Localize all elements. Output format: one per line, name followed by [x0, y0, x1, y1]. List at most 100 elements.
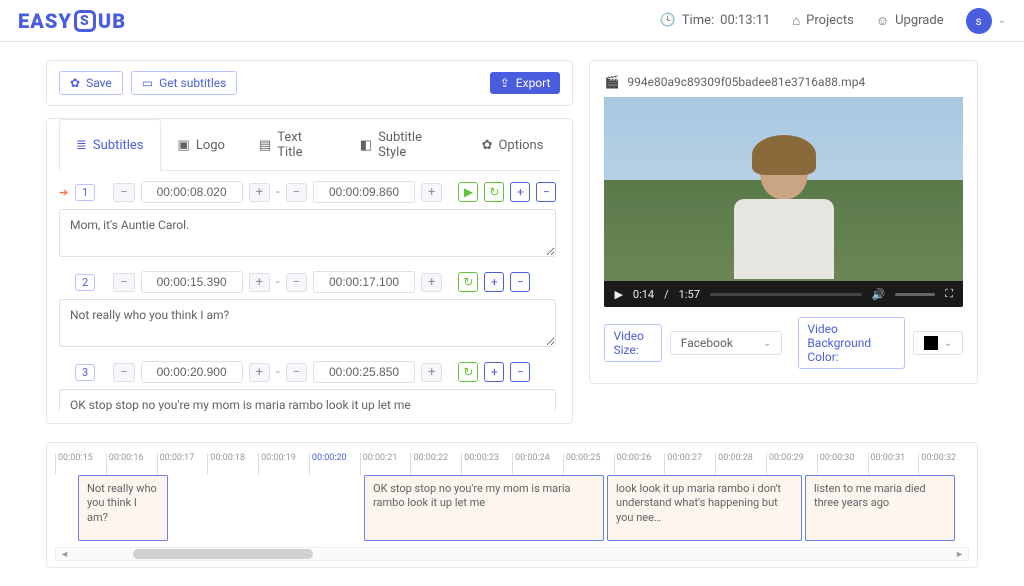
user-icon: ☺: [876, 13, 889, 29]
replay-button[interactable]: ↻: [458, 362, 478, 382]
start-increment-button[interactable]: +: [249, 273, 270, 292]
subtitle-text-input[interactable]: Not really who you think I am?: [59, 299, 556, 347]
end-increment-button[interactable]: +: [421, 183, 442, 202]
tab-subtitles[interactable]: ≣Subtitles: [59, 119, 161, 171]
app-header: EASY S UB 🕓 Time: 00:13:11 ⌂ Projects ☺ …: [0, 0, 1024, 42]
end-time-input[interactable]: [313, 271, 415, 293]
video-size-label: Video Size:: [604, 324, 661, 362]
current-indicator-icon: ➔: [59, 186, 69, 199]
subtitle-item: 2 − + - − + ↻ + − Not really who you thi…: [59, 271, 556, 351]
start-decrement-button[interactable]: −: [113, 273, 134, 292]
end-time-input[interactable]: [313, 181, 415, 203]
play-icon[interactable]: ▶: [614, 288, 622, 301]
remove-subtitle-button[interactable]: −: [536, 182, 556, 202]
video-frame: [604, 97, 963, 281]
tab-subtitle-style[interactable]: ◧Subtitle Style: [343, 119, 465, 170]
home-icon: ⌂: [792, 13, 800, 29]
tab-options[interactable]: ✿Options: [465, 119, 561, 170]
projects-link[interactable]: ⌂ Projects: [792, 13, 854, 29]
remove-subtitle-button[interactable]: −: [510, 272, 530, 292]
scroll-right-icon[interactable]: ►: [951, 549, 968, 560]
ruler-tick: 00:00:30: [817, 453, 868, 475]
replay-button[interactable]: ↻: [484, 182, 504, 202]
video-player[interactable]: ▶ 0:14 / 1:57 🔊 ⛶: [604, 97, 963, 307]
progress-bar[interactable]: [710, 293, 862, 296]
video-size-select[interactable]: Facebook ⌄: [670, 331, 783, 355]
ruler-tick: 00:00:22: [410, 453, 461, 475]
tab-text-title[interactable]: ▤Text Title: [242, 119, 343, 170]
tab-logo[interactable]: ▣Logo: [161, 119, 242, 170]
scroll-left-icon[interactable]: ◄: [56, 549, 73, 560]
replay-button[interactable]: ↻: [458, 272, 478, 292]
timeline-clip[interactable]: Not really who you think I am?: [78, 475, 168, 541]
user-menu[interactable]: s ⌄: [966, 8, 1006, 34]
caption-icon: ▭: [142, 76, 153, 90]
end-decrement-button[interactable]: −: [286, 183, 307, 202]
start-decrement-button[interactable]: −: [113, 363, 134, 382]
logo-part3: UB: [98, 9, 126, 33]
video-bg-color-select[interactable]: ⌄: [913, 331, 963, 355]
chevron-down-icon: ⌄: [944, 338, 952, 349]
add-subtitle-button[interactable]: +: [484, 272, 504, 292]
video-panel: 🎬 994e80a9c89309f05badee81e3716a88.mp4 ▶…: [589, 60, 978, 384]
timeline-clips[interactable]: Not really who you think I am? OK stop st…: [55, 475, 969, 541]
upgrade-link[interactable]: ☺ Upgrade: [876, 13, 944, 29]
ruler-tick: 00:00:19: [258, 453, 309, 475]
editor-tabs: ≣Subtitles ▣Logo ▤Text Title ◧Subtitle S…: [59, 119, 560, 171]
add-subtitle-button[interactable]: +: [484, 362, 504, 382]
timeline-ruler[interactable]: 00:00:1500:00:1600:00:1700:00:1800:00:19…: [55, 453, 969, 475]
logo-part1: EASY: [18, 9, 72, 33]
ruler-tick: 00:00:16: [106, 453, 157, 475]
ruler-tick: 00:00:24: [512, 453, 563, 475]
timeline-clip[interactable]: listen to me maria died three years ago: [805, 475, 955, 541]
timeline-clip[interactable]: look look it up maria rambo i don't unde…: [607, 475, 802, 541]
ruler-tick: 00:00:32: [918, 453, 969, 475]
subtitle-item: ➔ 1 − + - − + ▶ ↻ + − Mom, it's Auntie C…: [59, 181, 556, 261]
time-value: 00:13:11: [720, 13, 770, 28]
end-increment-button[interactable]: +: [421, 273, 442, 292]
start-time-input[interactable]: [141, 361, 243, 383]
start-increment-button[interactable]: +: [249, 183, 270, 202]
start-decrement-button[interactable]: −: [113, 183, 134, 202]
timeline-clip[interactable]: OK stop stop no you're my mom is maria r…: [364, 475, 604, 541]
fullscreen-icon[interactable]: ⛶: [945, 287, 953, 301]
play-button[interactable]: ▶: [458, 182, 478, 202]
gear-icon: ✿: [70, 76, 80, 90]
volume-slider[interactable]: [895, 293, 935, 296]
logo-s-icon: S: [74, 10, 96, 32]
timeline-scrollbar[interactable]: ◄ ►: [55, 547, 969, 561]
ruler-tick: 00:00:27: [664, 453, 715, 475]
subtitle-list[interactable]: ➔ 1 − + - − + ▶ ↻ + − Mom, it's Auntie C…: [59, 181, 560, 411]
subtitle-item: 3 − + - − + ↻ + − OK stop stop no you're…: [59, 361, 556, 411]
ruler-tick: 00:00:26: [614, 453, 665, 475]
ruler-tick: 00:00:29: [766, 453, 817, 475]
timeline: 00:00:1500:00:1600:00:1700:00:1800:00:19…: [46, 442, 978, 568]
export-button[interactable]: ⇪ Export: [490, 72, 561, 94]
subtitle-text-input[interactable]: OK stop stop no you're my mom is maria r…: [59, 389, 556, 411]
start-time-input[interactable]: [141, 271, 243, 293]
image-icon: ▣: [178, 138, 190, 153]
scroll-thumb[interactable]: [133, 549, 313, 559]
ruler-tick: 00:00:20: [309, 453, 360, 475]
save-button[interactable]: ✿ Save: [59, 71, 123, 95]
end-increment-button[interactable]: +: [421, 363, 442, 382]
subtitle-number: 3: [75, 364, 95, 381]
subtitle-text-input[interactable]: Mom, it's Auntie Carol.: [59, 209, 556, 257]
end-decrement-button[interactable]: −: [286, 273, 307, 292]
end-time-input[interactable]: [313, 361, 415, 383]
start-time-input[interactable]: [141, 181, 243, 203]
end-decrement-button[interactable]: −: [286, 363, 307, 382]
action-toolbar: ✿ Save ▭ Get subtitles ⇪ Export: [46, 60, 573, 106]
editor-panel: ≣Subtitles ▣Logo ▤Text Title ◧Subtitle S…: [46, 118, 573, 424]
subtitle-number: 2: [75, 274, 95, 291]
chevron-down-icon: ⌄: [763, 338, 771, 349]
start-increment-button[interactable]: +: [249, 363, 270, 382]
ruler-tick: 00:00:17: [157, 453, 208, 475]
remove-subtitle-button[interactable]: −: [510, 362, 530, 382]
video-current-time: 0:14: [633, 288, 654, 301]
get-subtitles-button[interactable]: ▭ Get subtitles: [131, 71, 238, 95]
add-subtitle-button[interactable]: +: [510, 182, 530, 202]
logo[interactable]: EASY S UB: [18, 9, 126, 33]
cog-icon: ✿: [482, 138, 493, 153]
volume-icon[interactable]: 🔊: [872, 288, 886, 301]
